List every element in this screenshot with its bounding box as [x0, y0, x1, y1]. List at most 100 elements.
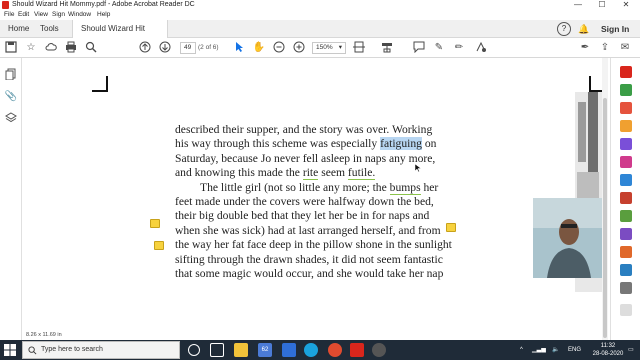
language-indicator[interactable]: ENG: [568, 340, 581, 360]
measure-icon[interactable]: [620, 264, 632, 276]
page-thumbnails-icon[interactable]: [4, 68, 18, 82]
organize-pages-icon[interactable]: [620, 156, 632, 168]
network-icon[interactable]: ▁▃▅: [532, 340, 546, 360]
save-icon[interactable]: [4, 41, 18, 55]
windows-start-icon[interactable]: [4, 344, 16, 356]
underlined-word[interactable]: rite: [302, 166, 319, 181]
collapse-pane-icon[interactable]: [620, 304, 632, 316]
tray-overflow-icon[interactable]: ^: [520, 340, 523, 360]
fill-sign-icon[interactable]: [474, 41, 488, 55]
print-icon[interactable]: [64, 41, 78, 55]
menu-view[interactable]: View: [34, 10, 48, 20]
store-icon[interactable]: [282, 343, 296, 357]
vertical-scrollbar[interactable]: [602, 58, 608, 340]
mail-icon[interactable]: ✉: [618, 41, 632, 55]
toolbar: ☆ 49 (2 of 6) ✋ 150% ▾ ✎ ✏ ✒ ⇪ ✉: [0, 38, 640, 58]
underlined-word[interactable]: futile.: [347, 166, 376, 181]
zoom-level-select[interactable]: 150% ▾: [312, 42, 346, 54]
attachment-paperclip-icon[interactable]: 📎: [4, 90, 18, 104]
title-bar: Should Wizard Hit Mommy.pdf - Adobe Acro…: [0, 0, 640, 10]
fill-sign-tool-icon[interactable]: [620, 174, 632, 186]
acrobat-taskbar-icon[interactable]: [350, 343, 364, 357]
tab-tools[interactable]: Tools: [32, 20, 67, 38]
zoom-out-icon[interactable]: [272, 41, 286, 55]
scrollbar-thumb[interactable]: [603, 98, 607, 338]
acrobat-app-icon: [2, 1, 9, 9]
share-upload-icon[interactable]: ⇪: [598, 41, 612, 55]
zoom-in-icon[interactable]: [292, 41, 306, 55]
highlighted-word[interactable]: fatiguing: [380, 137, 422, 151]
file-explorer-icon[interactable]: [234, 343, 248, 357]
print-production-icon[interactable]: [620, 282, 632, 294]
underlined-word[interactable]: bumps: [389, 180, 421, 195]
comment-tool-icon[interactable]: [620, 120, 632, 132]
taskbar-search-box[interactable]: Type here to search: [22, 341, 180, 359]
edit-pdf-icon[interactable]: [620, 102, 632, 114]
close-button[interactable]: ✕: [616, 0, 636, 10]
select-cursor-icon[interactable]: [232, 41, 246, 55]
page-size-label: 8.26 x 11.69 in: [26, 332, 62, 338]
text-line: feet made under the covers were halfway …: [175, 195, 434, 209]
volume-icon[interactable]: 🔈: [552, 340, 559, 360]
sign-pen-icon[interactable]: ✒: [578, 41, 592, 55]
chrome-browser-icon[interactable]: [328, 343, 342, 357]
cortana-icon[interactable]: [188, 344, 200, 356]
create-pdf-icon[interactable]: [620, 84, 632, 96]
text-line: described their supper, and the story wa…: [175, 123, 433, 136]
upload-cloud-icon[interactable]: [44, 41, 58, 55]
hand-tool-icon[interactable]: ✋: [252, 41, 266, 55]
notification-center-icon[interactable]: ▭: [628, 340, 634, 360]
menu-edit[interactable]: Edit: [18, 10, 29, 20]
mail-badge-icon[interactable]: 62: [258, 343, 272, 357]
text-line: and knowing this made the rite seem futi…: [175, 166, 376, 181]
highlight-pen-icon[interactable]: ✎: [432, 41, 446, 55]
scroll-mode-icon[interactable]: [380, 41, 394, 55]
layers-icon[interactable]: [4, 112, 18, 126]
send-review-icon[interactable]: [620, 246, 632, 258]
text-line: sifting through the drawn shades, it did…: [175, 252, 443, 266]
more-tools-icon[interactable]: [620, 228, 632, 240]
page-display-icon[interactable]: [352, 41, 366, 55]
tab-document[interactable]: Should Wizard Hit ...✕: [72, 20, 168, 51]
sticky-note-icon[interactable]: [150, 219, 160, 228]
next-page-icon[interactable]: [158, 41, 172, 55]
windows-taskbar: Type here to search 62 ^ ▁▃▅ 🔈 ENG 11:32…: [0, 340, 640, 360]
scan-ocr-icon[interactable]: [620, 210, 632, 222]
maximize-button[interactable]: ☐: [592, 0, 612, 10]
task-view-icon[interactable]: [210, 343, 224, 357]
draw-pencil-icon[interactable]: ✏: [452, 41, 466, 55]
chevron-down-icon: ▾: [338, 44, 342, 51]
taskbar-search-placeholder: Type here to search: [41, 346, 103, 353]
menu-file[interactable]: File: [4, 10, 14, 20]
text-line: the way her fat face deep in the pillow …: [175, 238, 452, 252]
tab-bar: Home Tools Should Wizard Hit ...✕ ? 🔔 Si…: [0, 20, 640, 51]
edge-browser-icon[interactable]: [304, 343, 318, 357]
text-line: Saturday, because Jo never fell asleep i…: [175, 151, 436, 165]
sticky-note-icon[interactable]: [446, 223, 456, 232]
export-pdf-icon[interactable]: [620, 66, 632, 78]
media-app-icon[interactable]: [372, 343, 386, 357]
protect-icon[interactable]: [620, 192, 632, 204]
sticky-note-icon[interactable]: [154, 241, 164, 250]
menu-sign[interactable]: Sign: [52, 10, 65, 20]
notifications-bell-icon[interactable]: 🔔: [578, 23, 590, 35]
navigation-rail: 📎: [0, 58, 22, 340]
text-line: when she was sick) had at last arranged …: [175, 223, 441, 237]
text-line: that some magic would occur, and she wou…: [175, 267, 444, 281]
comment-icon[interactable]: [412, 41, 426, 55]
taskbar-clock[interactable]: 11:32 28-08-2020: [592, 342, 624, 358]
text-line: their big double bed that they let her b…: [175, 209, 430, 223]
page-number-input[interactable]: 49: [180, 42, 196, 54]
minimize-button[interactable]: —: [568, 0, 588, 10]
help-icon[interactable]: ?: [557, 22, 571, 36]
bookmark-star-icon[interactable]: ☆: [24, 41, 38, 55]
search-icon: [28, 346, 37, 355]
search-icon[interactable]: [84, 41, 98, 55]
sign-in-link[interactable]: Sign In: [601, 20, 629, 38]
previous-page-icon[interactable]: [138, 41, 152, 55]
menu-help[interactable]: Help: [97, 10, 110, 20]
zoom-level-value: 150%: [316, 44, 333, 51]
combine-files-icon[interactable]: [620, 138, 632, 150]
menu-window[interactable]: Window: [68, 10, 91, 20]
text-line: his way through this scheme was especial…: [175, 137, 437, 151]
